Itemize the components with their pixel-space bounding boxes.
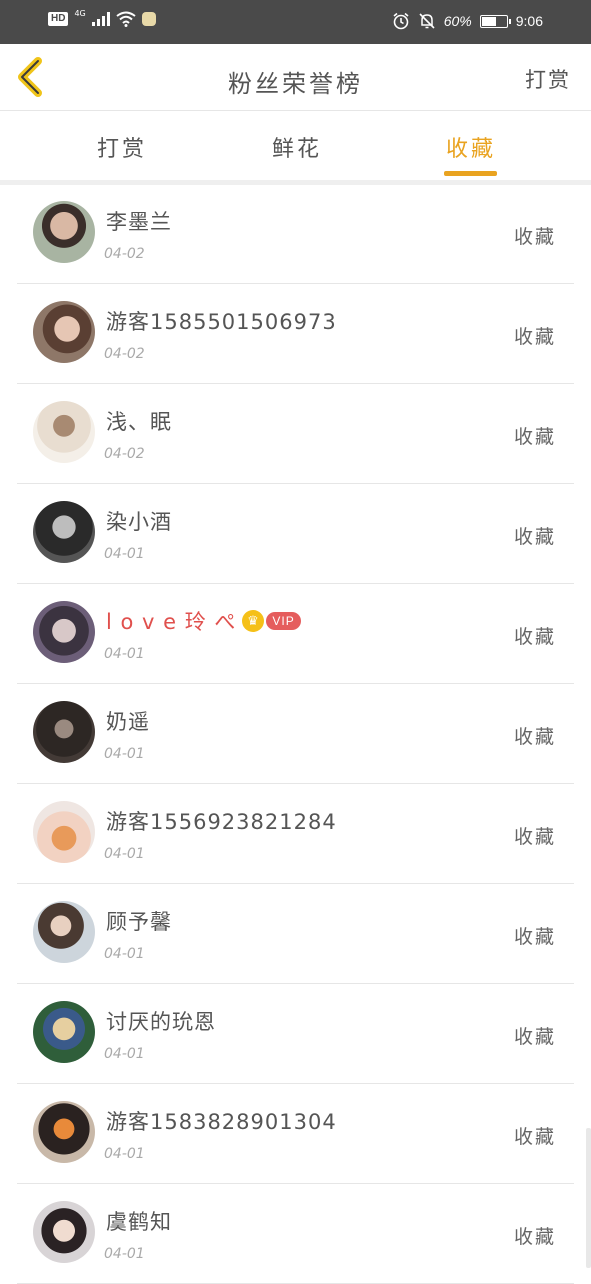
alarm-icon bbox=[393, 12, 409, 30]
user-name: 浅、眠 bbox=[106, 410, 172, 434]
favorite-label: 收藏 bbox=[513, 1026, 556, 1048]
tab-bar: 打赏 鲜花 收藏 bbox=[0, 111, 591, 179]
user-name: 游客1585501506973 bbox=[106, 310, 337, 334]
list-item[interactable]: 虞鹤知 04-01 收藏 bbox=[17, 1184, 574, 1284]
avatar[interactable] bbox=[33, 1001, 95, 1063]
list-item[interactable]: 染小酒 04-01 收藏 bbox=[17, 484, 574, 584]
favorite-label: 收藏 bbox=[513, 426, 556, 448]
favorite-label: 收藏 bbox=[513, 1126, 556, 1148]
avatar[interactable] bbox=[33, 601, 95, 663]
date: 04-01 bbox=[104, 1146, 145, 1162]
list-item[interactable]: 浅、眠 04-02 收藏 bbox=[17, 384, 574, 484]
avatar[interactable] bbox=[33, 201, 95, 263]
mute-icon bbox=[419, 13, 435, 29]
tab-active-indicator bbox=[444, 171, 497, 176]
user-name: 游客1583828901304 bbox=[106, 1110, 337, 1134]
date: 04-02 bbox=[104, 446, 145, 462]
tab-favorites[interactable]: 收藏 bbox=[446, 131, 496, 163]
list-item[interactable]: 奶遥 04-01 收藏 bbox=[17, 684, 574, 784]
avatar[interactable] bbox=[33, 801, 95, 863]
status-left: HD 4G bbox=[48, 9, 156, 27]
user-name: 染小酒 bbox=[106, 510, 172, 534]
user-name: 奶遥 bbox=[106, 710, 150, 734]
crown-icon: ♛ bbox=[242, 610, 265, 632]
list-item[interactable]: 李墨兰 04-02 收藏 bbox=[17, 184, 574, 284]
date: 04-01 bbox=[104, 946, 145, 962]
tab-flowers[interactable]: 鲜花 bbox=[272, 131, 322, 163]
favorite-label: 收藏 bbox=[513, 226, 556, 248]
favorite-label: 收藏 bbox=[513, 626, 556, 648]
date: 04-01 bbox=[104, 746, 145, 762]
fan-list: 李墨兰 04-02 收藏 游客1585501506973 04-02 收藏 浅、… bbox=[17, 184, 574, 1284]
date: 04-01 bbox=[104, 1246, 145, 1262]
vip-badge: VIP bbox=[266, 612, 301, 630]
user-name: 李墨兰 bbox=[106, 210, 172, 234]
favorite-label: 收藏 bbox=[513, 1226, 556, 1248]
user-name: 讨厌的玧恩 bbox=[106, 1010, 216, 1034]
avatar[interactable] bbox=[33, 501, 95, 563]
avatar[interactable] bbox=[33, 901, 95, 963]
signal-icon bbox=[91, 12, 110, 26]
user-name: 游客1556923821284 bbox=[106, 810, 337, 834]
network-type: 4G bbox=[74, 9, 86, 18]
list-item[interactable]: 游客1583828901304 04-01 收藏 bbox=[17, 1084, 574, 1184]
date: 04-02 bbox=[104, 346, 145, 362]
page-title: 粉丝荣誉榜 bbox=[228, 70, 363, 98]
date: 04-02 bbox=[104, 246, 145, 262]
hd-badge: HD bbox=[48, 12, 69, 26]
avatar[interactable] bbox=[33, 301, 95, 363]
status-bar: HD 4G 60% 9:06 bbox=[0, 0, 591, 44]
tab-reward[interactable]: 打赏 bbox=[97, 131, 147, 163]
user-name: l o v e 玲 ぺ bbox=[106, 610, 237, 634]
date: 04-01 bbox=[104, 646, 145, 662]
wifi-icon bbox=[116, 11, 136, 27]
avatar[interactable] bbox=[33, 401, 95, 463]
avatar[interactable] bbox=[33, 1201, 95, 1263]
battery-icon bbox=[479, 14, 511, 28]
date: 04-01 bbox=[104, 846, 145, 862]
scrollbar[interactable] bbox=[586, 1128, 591, 1268]
avatar[interactable] bbox=[33, 1101, 95, 1163]
favorite-label: 收藏 bbox=[513, 826, 556, 848]
list-item[interactable]: 顾予馨 04-01 收藏 bbox=[17, 884, 574, 984]
user-name: 虞鹤知 bbox=[106, 1210, 172, 1234]
reward-button[interactable]: 打赏 bbox=[525, 64, 571, 94]
list-item[interactable]: 游客1585501506973 04-02 收藏 bbox=[17, 284, 574, 384]
battery-percent: 60% bbox=[443, 13, 472, 29]
date: 04-01 bbox=[104, 546, 145, 562]
avatar[interactable] bbox=[33, 701, 95, 763]
list-item[interactable]: l o v e 玲 ぺ ♛ VIP 04-01 收藏 bbox=[17, 584, 574, 684]
favorite-label: 收藏 bbox=[513, 726, 556, 748]
nav-bar: 粉丝荣誉榜 打赏 bbox=[0, 44, 591, 111]
status-right: 60% 9:06 bbox=[392, 12, 543, 30]
favorite-label: 收藏 bbox=[513, 926, 556, 948]
favorite-label: 收藏 bbox=[513, 526, 556, 548]
clock: 9:06 bbox=[515, 13, 543, 29]
list-item[interactable]: 讨厌的玧恩 04-01 收藏 bbox=[17, 984, 574, 1084]
list-item[interactable]: 游客1556923821284 04-01 收藏 bbox=[17, 784, 574, 884]
date: 04-01 bbox=[104, 1046, 145, 1062]
user-name-vip: l o v e 玲 ぺ ♛ VIP bbox=[106, 606, 301, 636]
user-name: 顾予馨 bbox=[106, 910, 172, 934]
app-notification-icon bbox=[141, 12, 156, 26]
favorite-label: 收藏 bbox=[513, 326, 556, 348]
